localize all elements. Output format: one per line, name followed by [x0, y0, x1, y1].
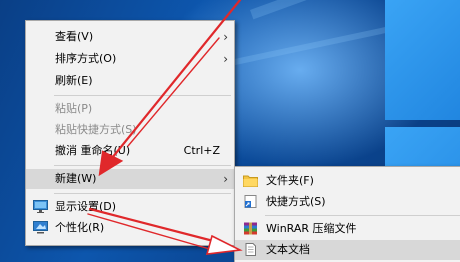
text-document-icon	[245, 243, 256, 256]
menu-item-label: 个性化(R)	[55, 221, 105, 234]
chevron-right-icon: ›	[223, 30, 228, 44]
menu-item-label: 查看(V)	[55, 30, 94, 43]
display-settings-icon	[33, 200, 48, 213]
menu-separator	[54, 193, 231, 194]
menu-item-paste[interactable]: 粘贴(P)	[26, 99, 234, 119]
wallpaper-windows-pane	[385, 0, 460, 120]
menu-item-label: 文本文档	[266, 243, 310, 256]
folder-icon	[243, 175, 258, 187]
menu-item-personalize[interactable]: 个性化(R)	[26, 218, 234, 238]
menu-item-label: 文件夹(F)	[266, 174, 314, 187]
menu-separator	[54, 165, 231, 166]
chevron-right-icon: ›	[223, 172, 228, 186]
menu-item-refresh[interactable]: 刷新(E)	[26, 71, 234, 91]
menu-item-label: 新建(W)	[55, 172, 97, 185]
menu-item-label: 粘贴快捷方式(S)	[55, 123, 137, 136]
menu-item-new[interactable]: 新建(W) ›	[26, 169, 234, 189]
menu-item-label: 粘贴(P)	[55, 102, 93, 115]
menu-item-label: 快捷方式(S)	[266, 195, 326, 208]
menu-separator	[54, 95, 231, 96]
desktop-background[interactable]: 查看(V) › 排序方式(O) › 刷新(E) 粘贴(P) 粘贴快捷方式(S) …	[0, 0, 460, 262]
menu-item-view[interactable]: 查看(V) ›	[26, 27, 234, 47]
menu-item-label: 刷新(E)	[55, 74, 93, 87]
menu-item-undo-rename[interactable]: 撤消 重命名(U) Ctrl+Z	[26, 141, 234, 161]
submenu-item-text-document[interactable]: 文本文档	[235, 240, 460, 260]
chevron-right-icon: ›	[223, 52, 228, 66]
menu-separator	[265, 215, 460, 216]
shortcut-icon	[244, 195, 257, 208]
new-submenu: 文件夹(F) 快捷方式(S) WinRAR 压缩文件 文本文档	[234, 166, 460, 262]
desktop-context-menu: 查看(V) › 排序方式(O) › 刷新(E) 粘贴(P) 粘贴快捷方式(S) …	[25, 20, 235, 246]
submenu-item-winrar-archive[interactable]: WinRAR 压缩文件	[235, 219, 460, 239]
winrar-archive-icon	[244, 222, 257, 235]
menu-item-shortcut: Ctrl+Z	[183, 144, 220, 157]
menu-item-label: 显示设置(D)	[55, 200, 117, 213]
menu-item-label: WinRAR 压缩文件	[266, 222, 357, 235]
menu-item-label: 排序方式(O)	[55, 52, 117, 65]
menu-item-sort-by[interactable]: 排序方式(O) ›	[26, 49, 234, 69]
menu-item-display-settings[interactable]: 显示设置(D)	[26, 197, 234, 217]
menu-item-label: 撤消 重命名(U)	[55, 144, 131, 157]
submenu-item-folder[interactable]: 文件夹(F)	[235, 171, 460, 191]
menu-item-paste-shortcut[interactable]: 粘贴快捷方式(S)	[26, 120, 234, 140]
personalize-icon	[33, 221, 48, 234]
submenu-item-shortcut[interactable]: 快捷方式(S)	[235, 192, 460, 212]
